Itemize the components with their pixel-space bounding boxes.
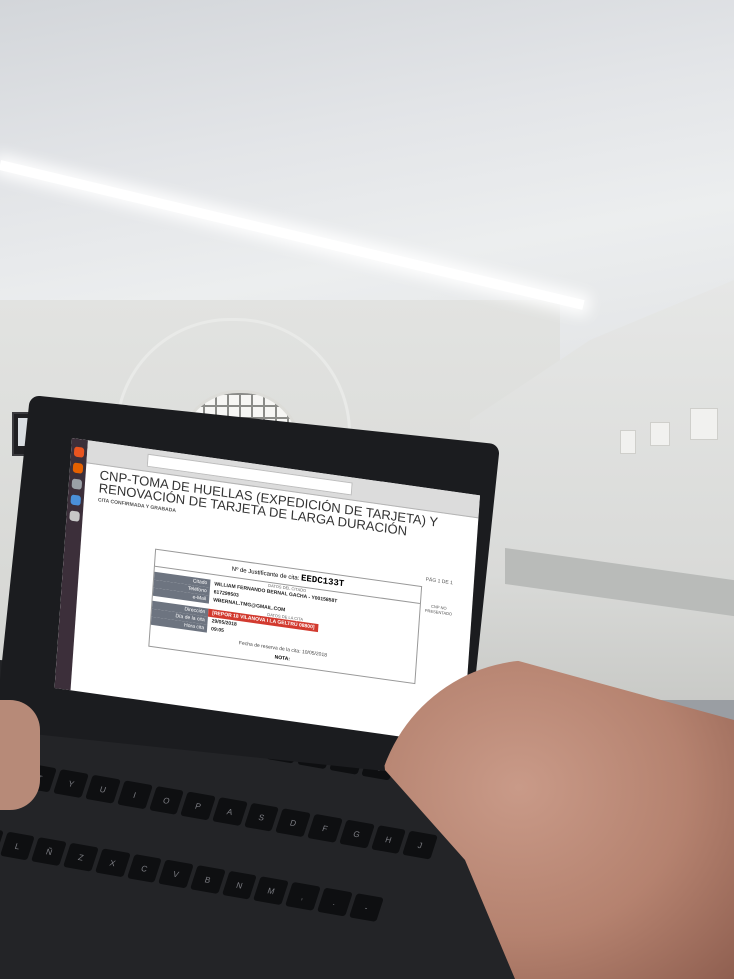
keyboard-key[interactable]: C (126, 853, 163, 883)
firefox-icon[interactable] (72, 462, 84, 474)
keyboard-key[interactable]: X (94, 848, 131, 878)
keyboard-key[interactable]: V (158, 859, 194, 889)
wall-notice (690, 408, 718, 440)
keyboard-key[interactable]: L (0, 831, 36, 861)
keyboard-key[interactable]: D (275, 808, 312, 838)
keyboard-key[interactable]: I (116, 780, 153, 810)
files-icon[interactable] (71, 478, 83, 490)
keyboard-key[interactable]: S (243, 802, 280, 832)
side-note: CNP NO PRESENTADO (424, 603, 453, 617)
keyboard-key[interactable]: Ñ (31, 837, 67, 867)
left-thumb (0, 700, 40, 810)
keyboard-key[interactable]: H (370, 825, 407, 854)
writer-icon[interactable] (70, 494, 82, 506)
keyboard-key[interactable]: Z (63, 842, 99, 872)
keyboard-key[interactable]: N (221, 870, 258, 900)
keyboard-key[interactable]: , (285, 881, 321, 911)
keyboard-key[interactable]: P (180, 791, 216, 821)
ubuntu-icon[interactable] (73, 446, 85, 458)
appointment-card: Nº de Justificante de cita: EEDC133T DAT… (148, 548, 423, 685)
keyboard-key[interactable]: G (338, 819, 375, 849)
keyboard-key[interactable]: M (253, 876, 289, 906)
keyboard-key[interactable]: - (348, 893, 385, 922)
wall-notice (650, 422, 670, 446)
keyboard-key[interactable]: Y (53, 769, 90, 799)
keyboard-key[interactable]: F (307, 813, 343, 843)
keyboard-key[interactable]: A (212, 797, 248, 827)
reference-code: EEDC133T (300, 573, 345, 590)
keyboard-key[interactable]: . (316, 887, 353, 917)
page-number: PÁG 1 DE 1 (425, 576, 454, 587)
settings-icon[interactable] (69, 510, 80, 522)
keyboard-key[interactable]: B (189, 865, 226, 895)
keyboard-key[interactable]: O (148, 785, 185, 815)
wall-notice (620, 430, 636, 454)
keyboard-key[interactable]: U (85, 774, 121, 804)
